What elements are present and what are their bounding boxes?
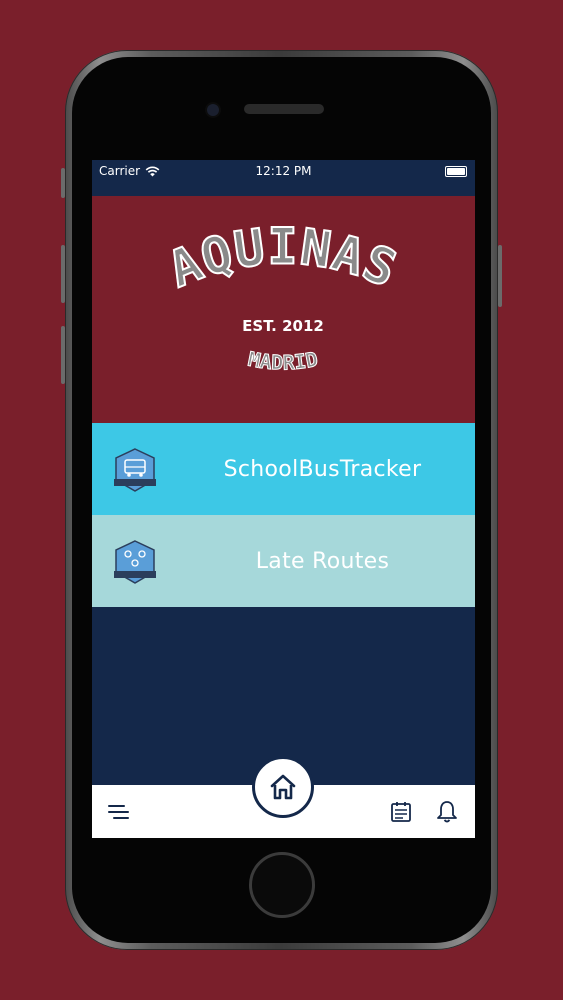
late-routes-badge-icon [114,540,156,584]
status-bar: Carrier 12:12 PM [92,160,475,196]
mute-switch [61,168,65,198]
menu-item-schoolbustracker[interactable]: SchoolBusTracker [92,423,475,515]
battery-icon [445,166,467,177]
school-logo: AQUINAS EST. 2012 MADRID [159,217,405,376]
established-text: EST. 2012 [242,317,324,335]
home-icon [270,774,296,800]
volume-down-button [61,326,65,384]
bus-tracker-badge-icon [114,448,156,492]
front-camera [207,104,219,116]
city-text: MADRID [246,346,321,375]
calendar-icon[interactable] [390,801,412,823]
hardware-home-button[interactable] [249,852,315,918]
status-time: 12:12 PM [255,164,312,178]
svg-text:AQUINAS: AQUINAS [160,218,405,299]
home-button[interactable] [252,756,314,818]
school-logo-banner: AQUINAS EST. 2012 MADRID [92,196,475,423]
svg-text:MADRID: MADRID [246,347,320,375]
power-button [498,245,502,307]
menu-icon[interactable] [108,804,130,820]
school-name-text: AQUINAS [159,217,405,300]
menu-item-late-routes[interactable]: Late Routes [92,515,475,607]
app-screen: Carrier 12:12 PM AQUINAS EST. 2012 MADRI… [92,160,475,838]
menu-item-label: SchoolBusTracker [223,456,422,482]
menu-item-label: Late Routes [255,548,390,574]
earpiece-speaker [244,104,324,114]
volume-up-button [61,245,65,303]
bell-icon[interactable] [436,800,458,824]
